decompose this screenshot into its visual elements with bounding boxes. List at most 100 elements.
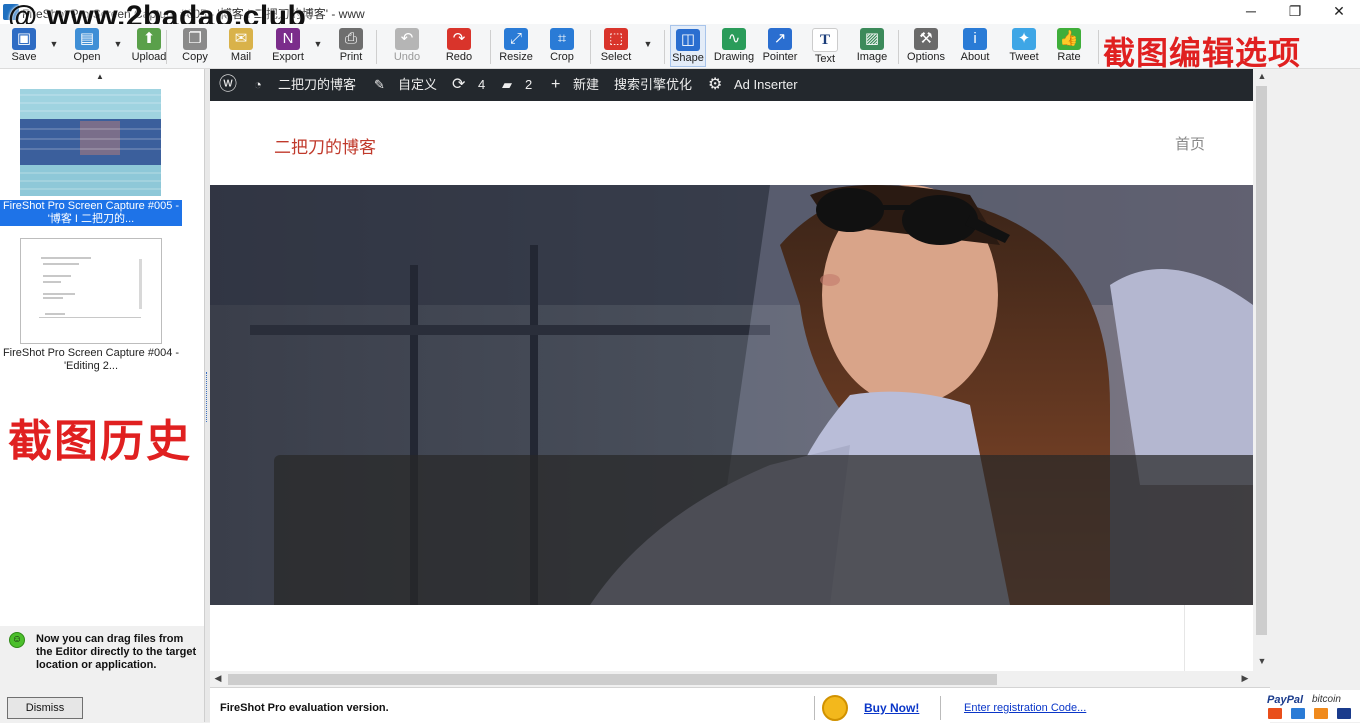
open-label: Open bbox=[73, 51, 101, 63]
home-nav-link[interactable]: 首页 bbox=[1175, 133, 1205, 154]
minimize-button[interactable]: ─ bbox=[1228, 0, 1274, 24]
history-scroll-up-icon[interactable]: ▲ bbox=[96, 72, 104, 81]
divider bbox=[814, 696, 815, 720]
undo-button[interactable]: ↶ Undo bbox=[390, 25, 424, 67]
registration-code-link[interactable]: Enter registration Code... bbox=[964, 702, 1086, 714]
save-button[interactable]: ▣ Save bbox=[6, 25, 42, 67]
image-label: Image bbox=[856, 51, 888, 63]
resize-button[interactable]: ⤢ Resize bbox=[498, 25, 534, 67]
redo-icon: ↷ bbox=[447, 28, 471, 50]
drawing-button[interactable]: ∿ Drawing bbox=[712, 25, 756, 67]
pointer-button[interactable]: ↗ Pointer bbox=[760, 25, 800, 67]
upload-label: Upload bbox=[131, 51, 167, 63]
mail-button[interactable]: ✉ Mail bbox=[226, 25, 256, 67]
about-label: About bbox=[960, 51, 990, 63]
export-button[interactable]: N Export bbox=[268, 25, 308, 67]
resize-label: Resize bbox=[499, 51, 533, 63]
shape-button[interactable]: ◫ Shape bbox=[670, 25, 706, 67]
twitter-icon: ✦ bbox=[1012, 28, 1036, 50]
undo-label: Undo bbox=[393, 51, 421, 63]
shape-label: Shape bbox=[672, 52, 704, 64]
buy-now-link[interactable]: Buy Now! bbox=[864, 701, 919, 715]
mastercard-icon bbox=[1268, 708, 1282, 719]
print-button[interactable]: ⎙ Print bbox=[336, 25, 366, 67]
new-link[interactable]: 新建 bbox=[573, 69, 599, 101]
text-icon: T bbox=[812, 28, 838, 52]
export-dropdown-arrow-icon[interactable]: ▼ bbox=[313, 39, 323, 49]
toolbar-separator bbox=[898, 30, 899, 64]
toolbar-separator bbox=[1098, 30, 1099, 64]
upload-button[interactable]: ⬆ Upload bbox=[130, 25, 168, 67]
select-icon: ⬚ bbox=[604, 28, 628, 50]
scroll-down-arrow-icon[interactable]: ▼ bbox=[1256, 656, 1268, 666]
amex-icon bbox=[1291, 708, 1305, 719]
redo-button[interactable]: ↷ Redo bbox=[442, 25, 476, 67]
tweet-button[interactable]: ✦ Tweet bbox=[1006, 25, 1042, 67]
discover-icon bbox=[1314, 708, 1328, 719]
select-button[interactable]: ⬚ Select bbox=[598, 25, 634, 67]
customize-link[interactable]: 自定义 bbox=[398, 69, 437, 101]
copy-button[interactable]: ❐ Copy bbox=[178, 25, 212, 67]
wordpress-icon[interactable]: ⓦ bbox=[219, 69, 237, 101]
history-caption-1[interactable]: FireShot Pro Screen Capture #005 - '博客 I… bbox=[0, 200, 182, 226]
bitcoin-logo: bitcoin bbox=[1312, 694, 1341, 705]
updates-count[interactable]: 4 bbox=[478, 69, 485, 101]
options-label: Options bbox=[907, 51, 945, 63]
crop-button[interactable]: ⌗ Crop bbox=[546, 25, 578, 67]
scroll-left-arrow-icon[interactable]: ◀ bbox=[213, 673, 223, 684]
evaluation-notice: FireShot Pro evaluation version. bbox=[220, 702, 389, 714]
image-button[interactable]: ▨ Image bbox=[852, 25, 892, 67]
toolbar-separator bbox=[490, 30, 491, 64]
open-dropdown-arrow-icon[interactable]: ▼ bbox=[113, 39, 123, 49]
dismiss-button[interactable]: Dismiss bbox=[7, 697, 83, 719]
site-title[interactable]: 二把刀的博客 bbox=[274, 133, 376, 158]
toolbar-separator bbox=[166, 30, 167, 64]
brush-icon: ✎ bbox=[374, 77, 385, 92]
select-dropdown-arrow-icon[interactable]: ▼ bbox=[643, 39, 653, 49]
maximize-button[interactable]: ❐ bbox=[1272, 0, 1318, 24]
text-label: Text bbox=[814, 53, 836, 65]
export-label: Export bbox=[272, 51, 304, 63]
history-thumbnail-2[interactable] bbox=[20, 238, 162, 344]
tip-text: Now you can drag files from the Editor d… bbox=[36, 633, 197, 671]
toolbar-separator bbox=[664, 30, 665, 64]
scroll-right-arrow-icon[interactable]: ▶ bbox=[1240, 673, 1250, 684]
options-button[interactable]: ⚒ Options bbox=[904, 25, 948, 67]
about-button[interactable]: i About bbox=[958, 25, 992, 67]
comments-icon: ▰ bbox=[502, 77, 512, 92]
hero-overlay-panel bbox=[274, 455, 1253, 605]
gear-icon: ⚙ bbox=[708, 76, 723, 93]
redo-label: Redo bbox=[445, 51, 473, 63]
dashboard-icon: ◔ bbox=[254, 77, 262, 92]
tweet-label: Tweet bbox=[1009, 51, 1039, 63]
history-thumbnail-1[interactable] bbox=[20, 89, 161, 196]
history-caption-2[interactable]: FireShot Pro Screen Capture #004 - 'Edit… bbox=[0, 347, 182, 373]
edit-options-annotation: 截图编辑选项 bbox=[1103, 35, 1302, 71]
ad-inserter-link[interactable]: Ad Inserter bbox=[734, 69, 798, 101]
save-dropdown-arrow-icon[interactable]: ▼ bbox=[49, 39, 59, 49]
printer-icon: ⎙ bbox=[339, 28, 363, 50]
toolbar-separator bbox=[590, 30, 591, 64]
wp-admin-bar: ⓦ ◔ 二把刀的博客 ✎ 自定义 ⟳ 4 ▰ 2 + 新建 搜索引擎优化 ⚙ A… bbox=[210, 69, 1253, 101]
text-button[interactable]: T Text bbox=[808, 25, 842, 67]
horizontal-scroll-thumb[interactable] bbox=[228, 674, 997, 685]
history-annotation: 截图历史 bbox=[8, 417, 192, 466]
seo-link[interactable]: 搜索引擎优化 bbox=[614, 69, 692, 101]
divider bbox=[940, 696, 941, 720]
resize-icon: ⤢ bbox=[504, 28, 528, 50]
close-button[interactable]: ✕ bbox=[1316, 0, 1360, 24]
crop-label: Crop bbox=[550, 51, 574, 63]
rate-label: Rate bbox=[1057, 51, 1081, 63]
shape-icon: ◫ bbox=[676, 29, 700, 51]
rate-button[interactable]: 👍 Rate bbox=[1052, 25, 1086, 67]
pointer-label: Pointer bbox=[762, 51, 798, 63]
open-icon: ▤ bbox=[75, 28, 99, 50]
comments-count[interactable]: 2 bbox=[525, 69, 532, 101]
vertical-scroll-thumb[interactable] bbox=[1256, 86, 1267, 635]
drawing-icon: ∿ bbox=[722, 28, 746, 50]
scroll-up-arrow-icon[interactable]: ▲ bbox=[1256, 71, 1268, 81]
admin-site-link[interactable]: 二把刀的博客 bbox=[278, 69, 356, 101]
select-label: Select bbox=[600, 51, 632, 63]
copy-icon: ❐ bbox=[183, 28, 207, 50]
open-button[interactable]: ▤ Open bbox=[70, 25, 104, 67]
